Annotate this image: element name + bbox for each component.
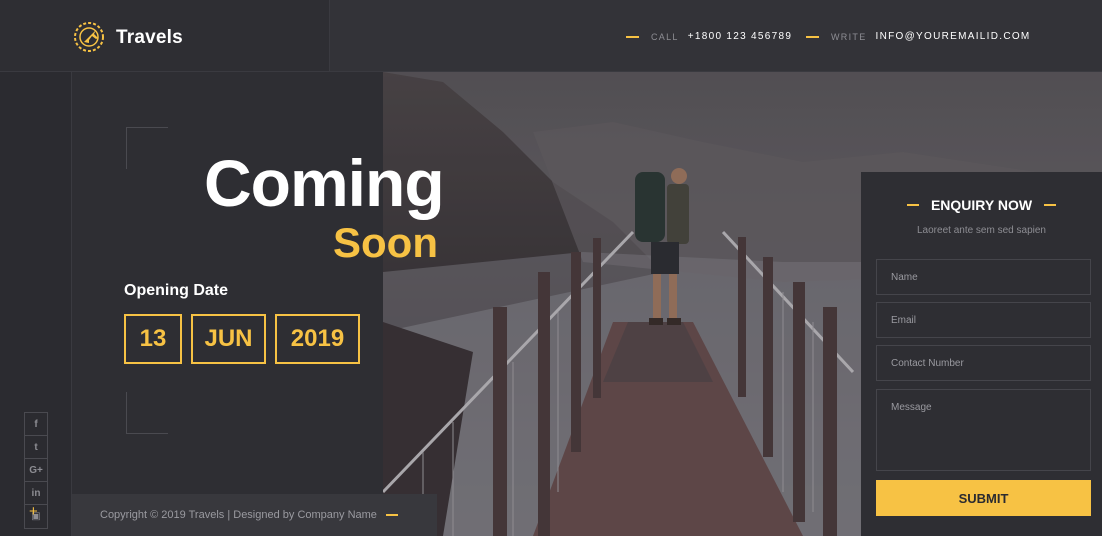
linkedin-icon[interactable]: in: [25, 482, 47, 505]
accent-dash: [626, 35, 639, 38]
footer-bar: Copyright © 2019 Travels | Designed by C…: [72, 494, 437, 536]
decorative-bracket-bottom: [126, 392, 168, 434]
left-rail: f t G+ in ▣: [0, 72, 72, 536]
enquiry-title: ENQUIRY NOW: [930, 197, 1033, 213]
google-plus-icon[interactable]: G+: [25, 459, 47, 482]
message-field[interactable]: [876, 389, 1091, 471]
name-field[interactable]: [876, 259, 1091, 295]
brand-header: Travels: [0, 0, 330, 72]
page-title: Coming: [204, 146, 445, 220]
facebook-icon[interactable]: f: [25, 413, 47, 436]
page-subtitle: Soon: [333, 219, 438, 266]
accent-dash: [906, 204, 919, 206]
twitter-icon[interactable]: t: [25, 436, 47, 459]
email-field[interactable]: [876, 302, 1091, 338]
accent-dash: [386, 514, 398, 516]
submit-button[interactable]: SUBMIT: [876, 480, 1091, 516]
opening-month-box: JUN: [191, 314, 266, 364]
plus-icon[interactable]: +: [29, 503, 38, 520]
enquiry-heading: ENQUIRY NOW: [861, 197, 1102, 213]
opening-date-label: Opening Date: [124, 282, 229, 299]
enquiry-subtitle: Laoreet ante sem sed sapien: [917, 225, 1046, 236]
brand-name[interactable]: Travels: [116, 27, 183, 49]
email-link[interactable]: INFO@YOUREMAILID.COM: [876, 31, 1031, 42]
top-contact-bar: CALL +1800 123 456789 WRITE INFO@YOUREMA…: [330, 0, 1102, 72]
accent-dash: [1044, 204, 1057, 206]
write-contact: WRITE INFO@YOUREMAILID.COM: [806, 31, 1031, 42]
decorative-bracket-top: [126, 127, 168, 169]
accent-dash: [806, 35, 819, 38]
opening-day-box: 13: [124, 314, 182, 364]
compass-plane-icon[interactable]: [72, 20, 106, 54]
call-contact: CALL +1800 123 456789: [626, 31, 792, 42]
opening-year-box: 2019: [275, 314, 360, 364]
write-label: WRITE: [831, 31, 867, 42]
call-label: CALL: [651, 31, 679, 42]
copyright-text: Copyright © 2019 Travels | Designed by C…: [100, 509, 377, 521]
enquiry-form: ENQUIRY NOW Laoreet ante sem sed sapien …: [861, 172, 1102, 536]
contact-number-field[interactable]: [876, 345, 1091, 381]
call-number-link[interactable]: +1800 123 456789: [688, 31, 793, 42]
